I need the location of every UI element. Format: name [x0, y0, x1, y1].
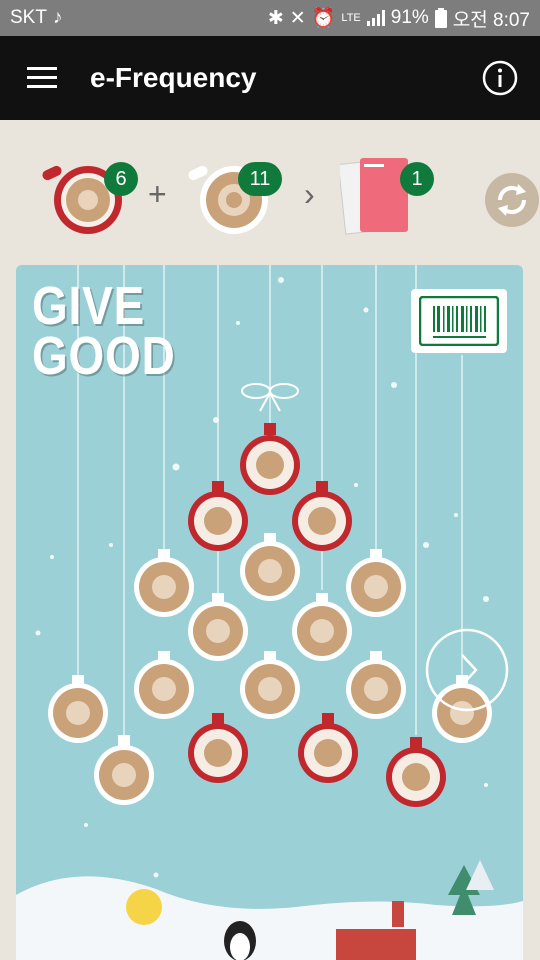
music-note-icon: ♪ — [52, 7, 63, 28]
red-cup-badge: 6 — [104, 162, 138, 196]
ornament-red-6[interactable] — [386, 737, 446, 807]
ornament-white-7[interactable] — [240, 651, 300, 719]
ornament-white-8[interactable] — [346, 651, 406, 719]
ornament-card: GIVE GOOD — [16, 265, 523, 960]
planner-icon — [337, 158, 408, 235]
carrier-label: SKT — [10, 7, 47, 28]
planner-counter[interactable]: 1 — [337, 150, 434, 245]
ornament-red-1[interactable] — [240, 423, 300, 495]
ornament-white-2[interactable] — [134, 549, 194, 617]
battery-icon — [434, 8, 447, 28]
plus-sign: + — [148, 176, 167, 212]
white-cup-counter[interactable]: 11 — [186, 158, 282, 243]
ornament-white-11[interactable] — [94, 735, 154, 805]
mute-icon: ✕ — [289, 7, 306, 29]
ornament-white-9[interactable] — [48, 675, 108, 743]
signal-icon — [366, 10, 385, 26]
ornament-white-6[interactable] — [134, 651, 194, 719]
white-cup-badge: 11 — [238, 162, 282, 196]
ornament-white-5[interactable] — [292, 593, 352, 661]
lte-icon: LTE — [341, 12, 361, 24]
refresh-icon — [485, 173, 539, 227]
info-icon — [482, 60, 518, 96]
planner-badge: 1 — [400, 162, 434, 196]
ornament-red-2[interactable] — [188, 481, 248, 551]
ornament-red-4[interactable] — [188, 713, 248, 783]
red-cup-counter[interactable]: 6 — [40, 158, 138, 243]
status-bar: SKT ♪ ✱ ✕ ⏰ LTE 91% 오전 8:07 — [0, 0, 540, 36]
ornament-white-3[interactable] — [346, 549, 406, 617]
refresh-button[interactable] — [484, 172, 540, 233]
menu-button[interactable] — [0, 36, 84, 120]
ornament-red-3[interactable] — [292, 481, 352, 551]
frequency-counter-row: 6 + 11 › 1 — [0, 120, 540, 265]
ornament-red-5[interactable] — [298, 713, 358, 783]
ornament-white-1[interactable] — [240, 533, 300, 601]
arrow-sign: › — [304, 176, 315, 212]
clock-label: 오전 8:07 — [452, 9, 530, 31]
app-bar: e-Frequency — [0, 36, 540, 120]
page-title: e-Frequency — [90, 62, 257, 93]
ornament-tree — [48, 423, 509, 807]
info-button[interactable] — [460, 36, 540, 120]
bluetooth-icon: ✱ — [267, 7, 284, 29]
alarm-icon: ⏰ — [311, 8, 336, 29]
hamburger-menu-icon — [27, 67, 57, 88]
ornament-white-4[interactable] — [188, 593, 248, 661]
battery-label: 91% — [390, 7, 429, 28]
